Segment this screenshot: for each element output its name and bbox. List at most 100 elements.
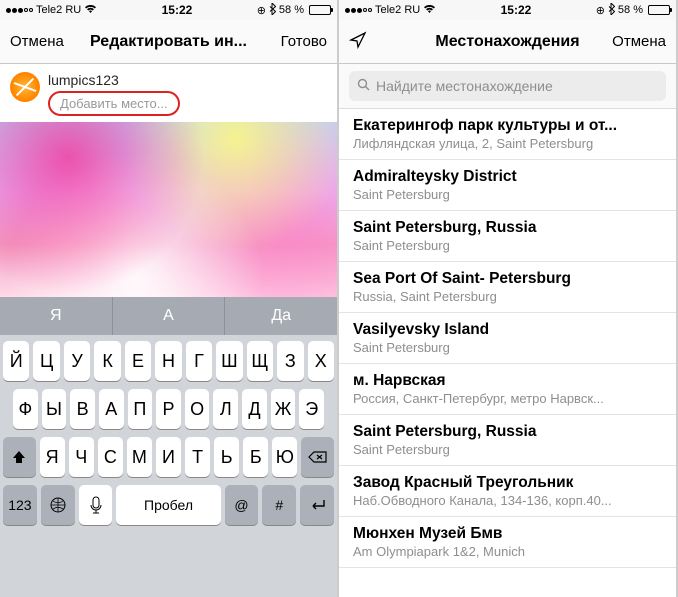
nav-bar: Местонахождения Отмена [339, 20, 676, 64]
suggestion[interactable]: Да [225, 297, 337, 335]
key[interactable]: Ш [216, 341, 242, 381]
left-screen: Tele2 RU 15:22 ⊕ 58 % Отмена Редактирова… [0, 0, 339, 597]
location-item[interactable]: Sea Port Of Saint- PetersburgRussia, Sai… [339, 262, 676, 313]
location-subtitle: Наб.Обводного Канала, 134-136, корп.40..… [353, 493, 662, 508]
key[interactable]: Ц [33, 341, 59, 381]
done-button[interactable]: Готово [262, 33, 327, 50]
location-subtitle: Россия, Санкт-Петербург, метро Нарвск... [353, 391, 662, 406]
key[interactable]: З [277, 341, 303, 381]
key[interactable]: Г [186, 341, 212, 381]
key[interactable]: Т [185, 437, 210, 477]
location-subtitle: Russia, Saint Petersburg [353, 289, 662, 304]
location-title: Sea Port Of Saint- Petersburg [353, 270, 662, 288]
space-key[interactable]: Пробел [116, 485, 220, 525]
key[interactable]: М [127, 437, 152, 477]
avatar [10, 72, 40, 102]
signal-dots-icon [6, 8, 33, 13]
suggestion[interactable]: Я [0, 297, 113, 335]
alarm-icon: ⊕ [596, 4, 605, 17]
battery-icon [648, 5, 670, 15]
key[interactable]: Е [125, 341, 151, 381]
key[interactable]: Ч [69, 437, 94, 477]
key[interactable]: Ф [13, 389, 38, 429]
cancel-button[interactable]: Отмена [10, 33, 75, 50]
clock: 15:22 [501, 3, 532, 17]
key[interactable]: О [185, 389, 210, 429]
key[interactable]: Э [299, 389, 324, 429]
battery-icon [309, 5, 331, 15]
caption-area: lumpics123 Добавить место... [0, 64, 337, 122]
location-arrow-icon[interactable] [349, 31, 414, 53]
at-key[interactable]: @ [225, 485, 259, 525]
key[interactable]: Н [155, 341, 181, 381]
location-title: Vasilyevsky Island [353, 321, 662, 339]
key[interactable]: П [128, 389, 153, 429]
key[interactable]: Х [308, 341, 334, 381]
key[interactable]: А [99, 389, 124, 429]
signal-dots-icon [345, 8, 372, 13]
nav-bar: Отмена Редактировать ин... Готово [0, 20, 337, 64]
locations-list[interactable]: Екатерингоф парк культуры и от...Лифлянд… [339, 109, 676, 597]
search-input[interactable]: Найдите местонахождение [349, 71, 666, 101]
status-bar: Tele2 RU 15:22 ⊕ 58 % [0, 0, 337, 20]
wifi-icon [84, 4, 97, 17]
carrier-label: Tele2 RU [36, 4, 81, 16]
location-subtitle: Saint Petersburg [353, 340, 662, 355]
location-item[interactable]: Admiralteysky DistrictSaint Petersburg [339, 160, 676, 211]
key[interactable]: Ь [214, 437, 239, 477]
location-subtitle: Saint Petersburg [353, 187, 662, 202]
key[interactable]: И [156, 437, 181, 477]
key[interactable]: Я [40, 437, 65, 477]
globe-key[interactable] [41, 485, 75, 525]
battery-percent: 58 % [279, 4, 304, 16]
key[interactable]: К [94, 341, 120, 381]
location-title: Екатерингоф парк культуры и от... [353, 117, 662, 135]
key[interactable]: Б [243, 437, 268, 477]
location-item[interactable]: Vasilyevsky IslandSaint Petersburg [339, 313, 676, 364]
shift-key[interactable] [3, 437, 36, 477]
cancel-button[interactable]: Отмена [601, 33, 666, 50]
key[interactable]: Ж [271, 389, 296, 429]
location-item[interactable]: Екатерингоф парк культуры и от...Лифлянд… [339, 109, 676, 160]
key[interactable]: Ы [42, 389, 67, 429]
alarm-icon: ⊕ [257, 4, 266, 17]
location-item[interactable]: м. НарвскаяРоссия, Санкт-Петербург, метр… [339, 364, 676, 415]
location-subtitle: Лифляндская улица, 2, Saint Petersburg [353, 136, 662, 151]
search-icon [357, 78, 370, 94]
numbers-key[interactable]: 123 [3, 485, 37, 525]
location-item[interactable]: Завод Красный ТреугольникНаб.Обводного К… [339, 466, 676, 517]
page-title: Местонахождения [414, 33, 601, 51]
location-title: Мюнхен Музей Бмв [353, 525, 662, 543]
mic-key[interactable] [79, 485, 113, 525]
hash-key[interactable]: # [262, 485, 296, 525]
location-title: Admiralteysky District [353, 168, 662, 186]
wifi-icon [423, 4, 436, 17]
key[interactable]: Щ [247, 341, 273, 381]
bluetooth-icon [608, 3, 615, 18]
location-title: Saint Petersburg, Russia [353, 219, 662, 237]
location-title: Завод Красный Треугольник [353, 474, 662, 492]
bluetooth-icon [269, 3, 276, 18]
location-subtitle: Am Olympiapark 1&2, Munich [353, 544, 662, 559]
backspace-key[interactable] [301, 437, 334, 477]
key[interactable]: У [64, 341, 90, 381]
location-item[interactable]: Saint Petersburg, RussiaSaint Petersburg [339, 211, 676, 262]
status-bar: Tele2 RU 15:22 ⊕ 58 % [339, 0, 676, 20]
keyboard: ЙЦУКЕНГШЩЗХ ФЫВАПРОЛДЖЭ ЯЧСМИТЬБЮ 123 Про… [0, 335, 337, 597]
key[interactable]: Ю [272, 437, 297, 477]
key[interactable]: В [70, 389, 95, 429]
search-placeholder: Найдите местонахождение [376, 78, 553, 94]
key[interactable]: С [98, 437, 123, 477]
key[interactable]: Д [242, 389, 267, 429]
return-key[interactable] [300, 485, 334, 525]
location-item[interactable]: Мюнхен Музей БмвAm Olympiapark 1&2, Muni… [339, 517, 676, 568]
suggestion[interactable]: А [113, 297, 226, 335]
location-item[interactable]: Saint Petersburg, RussiaSaint Petersburg [339, 415, 676, 466]
search-bar: Найдите местонахождение [339, 64, 676, 109]
location-title: Saint Petersburg, Russia [353, 423, 662, 441]
key[interactable]: Л [213, 389, 238, 429]
battery-percent: 58 % [618, 4, 643, 16]
key[interactable]: Й [3, 341, 29, 381]
add-location-button[interactable]: Добавить место... [48, 91, 180, 116]
key[interactable]: Р [156, 389, 181, 429]
